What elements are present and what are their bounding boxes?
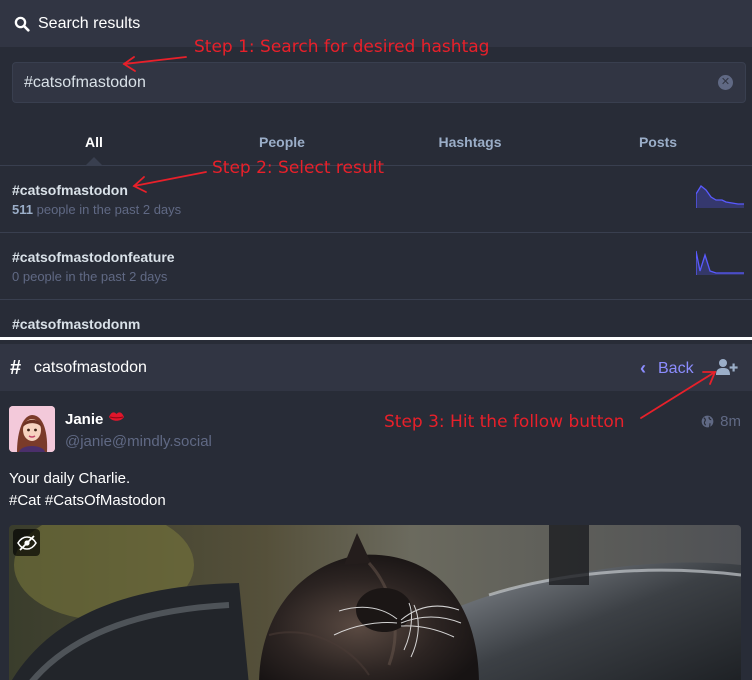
status-post[interactable]: Janie @janie@mindly.social 8m Your daily… xyxy=(0,391,752,680)
hashtag-result-name: #catsofmastodon xyxy=(12,182,128,198)
eye-slash-icon[interactable] xyxy=(13,529,40,556)
hashtag-timeline-panel: # catsofmastodon ‹ Back Janie @janie@min… xyxy=(0,340,752,680)
hashtag-header: # catsofmastodon ‹ Back xyxy=(0,344,752,391)
usage-suffix: people in the past 2 days xyxy=(22,269,168,284)
media-attachment[interactable] xyxy=(9,525,741,680)
status-content: Your daily Charlie. #Cat #CatsOfMastodon xyxy=(9,468,166,512)
back-button[interactable]: ‹ Back xyxy=(640,358,694,379)
usage-sparkline xyxy=(696,316,744,337)
account-handle[interactable]: @janie@mindly.social xyxy=(65,433,212,450)
relative-time: 8m xyxy=(720,413,741,430)
lips-emoji-icon xyxy=(109,412,124,421)
clear-search-icon[interactable]: ✕ xyxy=(718,75,733,90)
hashtag-result-usage: 0 people in the past 2 days xyxy=(12,269,167,284)
tab-posts[interactable]: Posts xyxy=(564,118,752,165)
annotation-step-1: Step 1: Search for desired hashtag xyxy=(194,37,490,57)
hashtag-result[interactable]: #catsofmastodonm xyxy=(0,300,752,337)
hashtag-icon: # xyxy=(10,357,22,379)
status-text-line: Your daily Charlie. xyxy=(9,470,131,487)
chevron-left-icon: ‹ xyxy=(640,358,646,378)
hashtag-result[interactable]: #catsofmastodonfeature 0 people in the p… xyxy=(0,233,752,300)
tab-hashtags[interactable]: Hashtags xyxy=(376,118,564,165)
usage-suffix: people in the past 2 days xyxy=(36,202,182,217)
usage-sparkline xyxy=(696,185,744,208)
avatar[interactable] xyxy=(9,406,55,452)
tab-all[interactable]: All xyxy=(0,118,188,166)
usage-count: 0 xyxy=(12,269,20,284)
status-time[interactable]: 8m xyxy=(701,413,741,430)
search-icon xyxy=(14,16,30,32)
hashtag-result-usage: 511 people in the past 2 days xyxy=(12,202,181,217)
globe-icon xyxy=(701,415,714,428)
cat-photo xyxy=(9,525,741,680)
back-label: Back xyxy=(658,359,694,377)
search-results-title: Search results xyxy=(38,14,141,32)
usage-sparkline xyxy=(696,250,744,275)
annotation-step-3: Step 3: Hit the follow button xyxy=(384,412,625,432)
user-plus-icon[interactable] xyxy=(716,358,738,376)
hashtag-result-name: #catsofmastodonfeature xyxy=(12,249,175,265)
status-hashtags-line[interactable]: #Cat #CatsOfMastodon xyxy=(9,490,166,512)
hashtag-result-name: #catsofmastodonm xyxy=(12,316,141,332)
display-name[interactable]: Janie xyxy=(65,411,103,428)
search-input[interactable] xyxy=(24,73,704,92)
usage-count: 511 xyxy=(12,202,33,217)
hashtag-title: catsofmastodon xyxy=(34,359,147,376)
annotation-step-2: Step 2: Select result xyxy=(212,158,385,178)
search-field[interactable]: ✕ xyxy=(12,62,746,103)
